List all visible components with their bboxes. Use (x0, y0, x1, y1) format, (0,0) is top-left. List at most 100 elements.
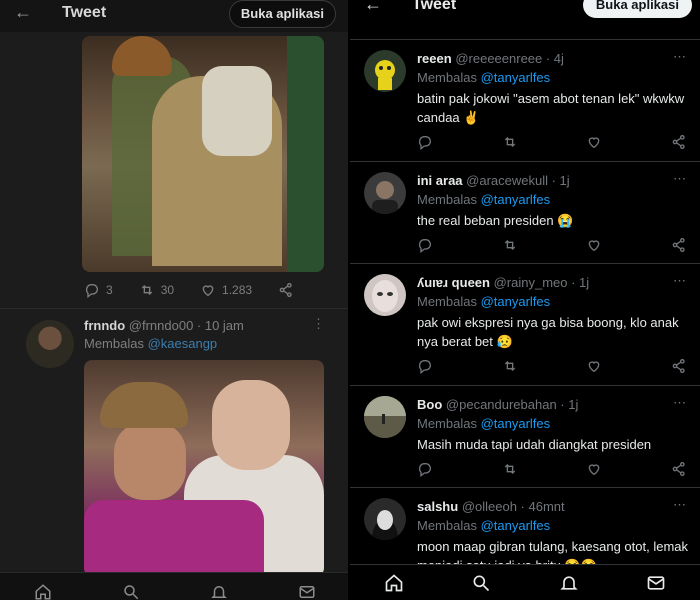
reply-icon[interactable] (417, 461, 433, 477)
share-icon (279, 283, 292, 297)
photo-shape (112, 36, 172, 76)
more-options-icon[interactable]: ⋯ (673, 49, 686, 65)
retweet-button[interactable]: 30 (139, 282, 174, 298)
tweet-photo-2[interactable] (84, 360, 324, 576)
reply-tweet[interactable]: salshu @olleeoh · 46mnt ⋯ Membalas @tany… (350, 488, 700, 573)
reply-tweet[interactable]: ini araa @aracewekull · 1j ⋯ Membalas @t… (350, 162, 700, 264)
page-title: Tweet (412, 0, 457, 13)
more-options-icon[interactable]: ⋯ (673, 171, 686, 187)
search-icon[interactable] (122, 583, 140, 600)
mail-icon[interactable] (298, 583, 316, 600)
heart-icon[interactable] (586, 358, 602, 374)
reply-text: Masih muda tapi udah diangkat presiden (417, 437, 652, 452)
display-name[interactable]: ini araa (417, 173, 463, 188)
retweet-icon[interactable] (502, 358, 518, 374)
more-options-icon[interactable]: ⋯ (673, 395, 686, 411)
home-icon[interactable] (34, 583, 52, 600)
reply-action-bar (417, 237, 687, 253)
reply-tweet[interactable]: reeen @reeeeenreee · 4j ⋯ Membalas @tany… (350, 40, 700, 162)
display-name[interactable]: Boo (417, 397, 442, 412)
replying-to: Membalas @kaesangp (84, 336, 217, 351)
bell-icon[interactable] (559, 573, 579, 598)
reply-button[interactable]: 3 (84, 282, 113, 298)
left-tweet-view: ← Tweet Buka aplikasi 3 30 1.283 frnndo … (0, 0, 348, 600)
retweet-count: 30 (160, 283, 175, 297)
page-title: Tweet (62, 4, 107, 21)
reply-text: batin pak jokowi "asem abot tenan lek" w… (417, 91, 685, 125)
retweet-icon[interactable] (502, 237, 518, 253)
home-icon[interactable] (384, 573, 404, 598)
reply-tweet[interactable]: Boo @pecandurebahan · 1j ⋯ Membalas @tan… (350, 386, 700, 488)
search-icon[interactable] (471, 573, 491, 598)
reply-icon[interactable] (417, 237, 433, 253)
back-arrow-icon[interactable]: ← (14, 2, 32, 23)
bell-icon[interactable] (210, 583, 228, 600)
share-button[interactable] (278, 282, 294, 298)
avatar[interactable] (364, 274, 406, 316)
reply-count: 3 (106, 283, 113, 297)
reply-header: ʎuıɐɹ queen @rainy_meo · 1j (417, 275, 589, 290)
photo-shape (212, 380, 290, 470)
tweet-photo-1[interactable] (82, 36, 324, 272)
more-options-icon[interactable]: ⋯ (673, 273, 686, 289)
share-icon[interactable] (671, 134, 687, 150)
photo-shape (84, 500, 264, 576)
open-app-button[interactable]: Buka aplikasi (228, 0, 336, 28)
reply-header: Boo @pecandurebahan · 1j (417, 397, 578, 412)
like-count: 1.283 (222, 283, 253, 297)
open-app-button[interactable]: Buka aplikasi (582, 0, 692, 18)
replying-to: Membalas @tanyarlfes (417, 416, 550, 431)
display-name[interactable]: reeen (417, 51, 452, 66)
avatar[interactable] (364, 172, 406, 214)
heart-icon[interactable] (586, 237, 602, 253)
tweet-2-header: frnndo @frnndo00 · 10 jam (84, 318, 244, 333)
avatar[interactable] (364, 498, 406, 540)
replying-to-label: Membalas (417, 294, 481, 309)
mention-link[interactable]: @tanyarlfes (481, 518, 551, 533)
handle-and-time: @rainy_meo · 1j (493, 275, 590, 290)
reply-icon[interactable] (417, 358, 433, 374)
photo-shape (287, 36, 324, 272)
more-options-icon[interactable]: ⋯ (673, 497, 686, 513)
replying-to-label: Membalas (417, 192, 481, 207)
mail-icon[interactable] (646, 573, 666, 598)
display-name[interactable]: frnndo (84, 318, 125, 333)
share-icon[interactable] (671, 461, 687, 477)
reply-text: pak owi ekspresi nya ga bisa boong, klo … (417, 315, 679, 349)
reply-header: reeen @reeeeenreee · 4j (417, 51, 564, 66)
display-name[interactable]: ʎuıɐɹ queen (417, 275, 490, 290)
divider (0, 308, 348, 309)
replying-to-label: Membalas (417, 416, 481, 431)
mention-link[interactable]: @tanyarlfes (481, 294, 551, 309)
retweet-icon (141, 285, 152, 295)
heart-icon[interactable] (586, 134, 602, 150)
reply-action-bar (417, 358, 687, 374)
handle-and-time: @frnndo00 · 10 jam (128, 318, 244, 333)
mention-link[interactable]: @tanyarlfes (481, 70, 551, 85)
mention-link[interactable]: @tanyarlfes (481, 416, 551, 431)
back-arrow-icon[interactable]: ← (364, 0, 382, 15)
reply-tweet[interactable]: ʎuıɐɹ queen @rainy_meo · 1j ⋯ Membalas @… (350, 264, 700, 386)
avatar[interactable] (364, 50, 406, 92)
replying-to-label: Membalas (84, 336, 148, 351)
share-icon[interactable] (671, 237, 687, 253)
replying-to: Membalas @tanyarlfes (417, 192, 550, 207)
heart-icon (202, 285, 214, 297)
avatar[interactable] (26, 320, 74, 368)
replying-to-label: Membalas (417, 518, 481, 533)
more-options-icon[interactable]: ⋮ (312, 316, 325, 332)
handle-and-time: @reeeeenreee · 4j (455, 51, 564, 66)
handle-and-time: @aracewekull · 1j (466, 173, 570, 188)
retweet-icon[interactable] (502, 461, 518, 477)
display-name[interactable]: salshu (417, 499, 458, 514)
avatar[interactable] (364, 396, 406, 438)
left-bottom-nav (0, 572, 348, 600)
share-icon[interactable] (671, 358, 687, 374)
mention-link[interactable]: @kaesangp (148, 336, 218, 351)
retweet-icon[interactable] (502, 134, 518, 150)
reply-icon[interactable] (417, 134, 433, 150)
like-button[interactable]: 1.283 (200, 282, 252, 298)
mention-link[interactable]: @tanyarlfes (481, 192, 551, 207)
heart-icon[interactable] (586, 461, 602, 477)
photo-shape (100, 382, 188, 428)
